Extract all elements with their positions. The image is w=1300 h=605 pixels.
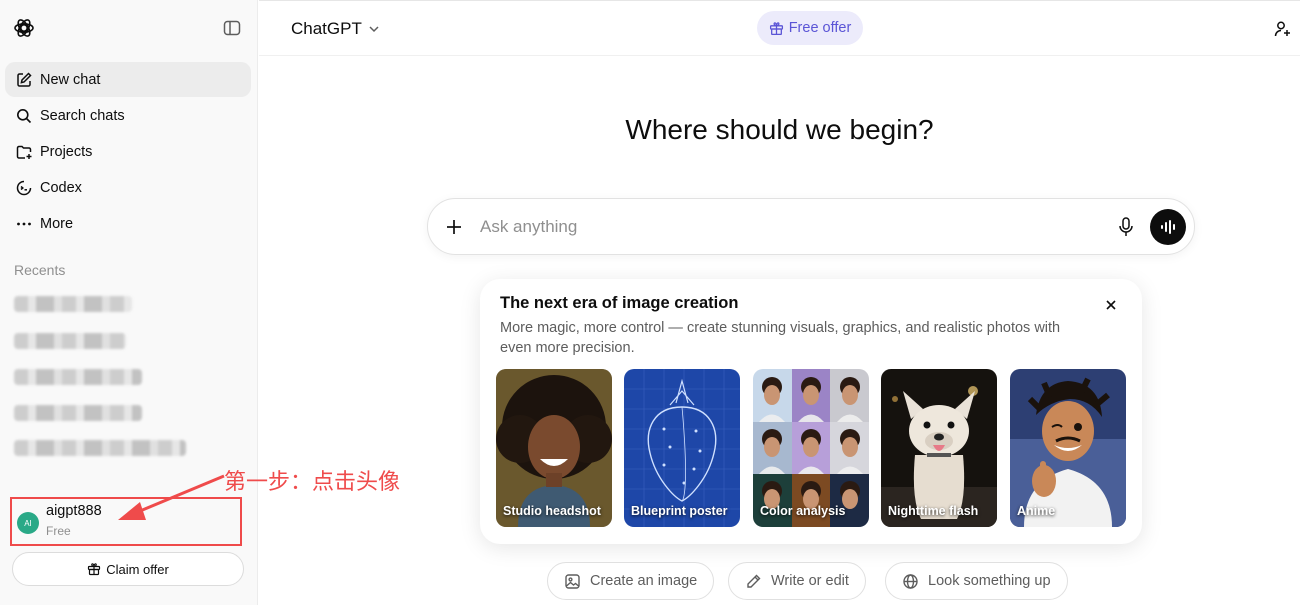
gift-icon: [769, 21, 783, 35]
globe-icon: [903, 573, 918, 589]
model-name: ChatGPT: [291, 19, 362, 38]
search-chats-label: Search chats: [40, 107, 125, 124]
gift-icon: [88, 563, 101, 576]
sidebar-top: [0, 0, 258, 56]
create-image-label: Create an image: [590, 573, 698, 589]
sidebar-toggle-icon[interactable]: [222, 18, 242, 38]
recents-heading: Recents: [14, 262, 66, 278]
claim-offer-label: Claim offer: [106, 561, 169, 577]
promo-description: More magic, more control — create stunni…: [500, 320, 1061, 356]
model-selector[interactable]: ChatGPT: [291, 19, 381, 39]
folder-icon: [16, 145, 32, 159]
tile-label: Blueprint poster: [631, 504, 728, 518]
promo-title: The next era of image creation: [500, 294, 739, 312]
microphone-icon[interactable]: [1116, 216, 1136, 238]
write-or-edit-label: Write or edit: [771, 573, 849, 589]
top-bar: ChatGPT Free offer: [259, 0, 1300, 56]
add-user-icon[interactable]: [1273, 19, 1293, 39]
write-or-edit-button[interactable]: Write or edit: [728, 562, 866, 600]
codex-button[interactable]: Codex: [5, 170, 251, 205]
annotation-label: 第一步：点击头像: [224, 470, 401, 495]
compose-icon: [17, 71, 32, 87]
create-image-button[interactable]: Create an image: [547, 562, 715, 600]
tile-label: Anime: [1017, 504, 1056, 518]
recent-chat-item[interactable]: [14, 333, 126, 349]
annotation-arrow-icon: [118, 474, 225, 520]
search-icon: [17, 108, 32, 123]
openai-logo-icon[interactable]: [12, 16, 36, 40]
avatar[interactable]: AI: [17, 512, 39, 534]
plus-icon[interactable]: [444, 217, 464, 237]
page-title: Where should we begin?: [625, 114, 934, 145]
recent-chat-item[interactable]: [14, 369, 142, 385]
codex-label: Codex: [40, 179, 82, 196]
new-chat-button[interactable]: New chat: [5, 62, 251, 97]
voice-mode-button[interactable]: [1150, 209, 1186, 245]
codex-icon: [16, 180, 32, 195]
promo-tile-anime[interactable]: Anime: [1010, 369, 1126, 527]
pencil-icon: [747, 574, 761, 588]
new-chat-label: New chat: [40, 71, 101, 88]
recent-chat-item[interactable]: [14, 440, 186, 456]
promo-tile-blueprint-poster[interactable]: Blueprint poster: [624, 369, 740, 527]
more-icon: [17, 222, 31, 225]
free-offer-label: Free offer: [788, 20, 852, 36]
projects-label: Projects: [40, 143, 93, 160]
user-plan: Free: [46, 524, 71, 538]
recent-chat-item[interactable]: [14, 296, 132, 312]
projects-button[interactable]: Projects: [5, 134, 251, 169]
image-icon: [565, 573, 580, 589]
tile-label: Nighttime flash: [888, 504, 979, 518]
recent-chat-item[interactable]: [14, 405, 142, 421]
more-label: More: [40, 215, 74, 232]
free-offer-button[interactable]: Free offer: [757, 11, 863, 45]
promo-tile-color-analysis[interactable]: Color analysis: [753, 369, 869, 527]
user-name: aigpt888: [46, 503, 102, 519]
close-icon[interactable]: [1102, 296, 1120, 314]
prompt-input[interactable]: [480, 215, 1080, 239]
claim-offer-button[interactable]: Claim offer: [12, 552, 244, 586]
promo-tile-nighttime-flash[interactable]: Nighttime flash: [881, 369, 997, 527]
tile-label: Color analysis: [760, 504, 846, 518]
composer: [427, 198, 1195, 255]
promo-tile-studio-headshot[interactable]: Studio headshot: [496, 369, 612, 527]
image-creation-promo-card: The next era of image creation More magi…: [480, 279, 1142, 544]
more-button[interactable]: More: [5, 206, 251, 241]
voice-waveform-icon: [1161, 220, 1175, 234]
look-something-up-button[interactable]: Look something up: [885, 562, 1068, 600]
tile-label: Studio headshot: [503, 504, 601, 518]
search-chats-button[interactable]: Search chats: [5, 98, 251, 133]
chevron-down-icon: [369, 26, 379, 33]
look-something-up-label: Look something up: [928, 573, 1051, 589]
